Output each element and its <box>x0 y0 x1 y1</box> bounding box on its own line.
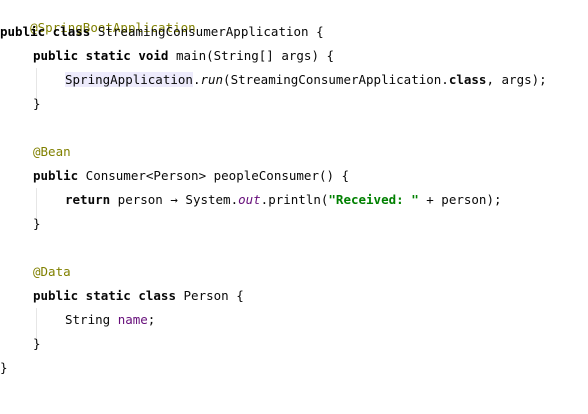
field-name-token: name <box>117 312 148 327</box>
expression-text: + person); <box>418 192 502 207</box>
code-line: public static void main(String[] args) { <box>33 46 334 66</box>
code-line: } <box>0 358 8 378</box>
code-line: @Bean <box>33 142 71 162</box>
annotation-token: @Bean <box>33 144 71 159</box>
code-line: return person → System.out.println("Rece… <box>65 190 502 210</box>
static-field-token: out <box>238 192 261 207</box>
keyword-token: public static void <box>33 48 169 63</box>
code-line: public Consumer<Person> peopleConsumer()… <box>33 166 349 186</box>
closing-brace: } <box>33 336 41 351</box>
highlighted-identifier[interactable]: SpringApplication <box>65 72 193 87</box>
method-call-text: .println( <box>260 192 329 207</box>
semicolon-token: ; <box>147 312 156 327</box>
argument-text: , args); <box>486 72 547 87</box>
annotation-token: @Data <box>33 264 71 279</box>
type-token: String <box>65 312 118 327</box>
class-declaration-text: Person { <box>176 288 244 303</box>
keyword-token: public static class <box>33 288 176 303</box>
closing-brace: } <box>0 360 8 375</box>
method-signature-text: main(String[] args) { <box>168 48 335 63</box>
method-signature-text: Consumer<Person> peopleConsumer() { <box>78 168 350 183</box>
class-declaration-text: StreamingConsumerApplication { <box>90 24 324 39</box>
argument-text: (StreamingConsumerApplication. <box>223 72 449 87</box>
code-editor[interactable]: @SpringBootApplication public class Stre… <box>0 0 588 414</box>
closing-brace: } <box>33 96 41 111</box>
code-line: SpringApplication.run(StreamingConsumerA… <box>65 70 547 90</box>
closing-brace: } <box>33 216 41 231</box>
code-line: @Data <box>33 262 71 282</box>
static-method-token: run <box>200 72 224 87</box>
code-line: public static class Person { <box>33 286 244 306</box>
code-line: } <box>33 214 41 234</box>
code-line: } <box>33 94 41 114</box>
keyword-token: public class <box>0 24 91 39</box>
code-line: } <box>33 334 41 354</box>
code-line: @SpringBootApplication <box>0 0 196 35</box>
lambda-text: person → System. <box>110 192 239 207</box>
code-line: public class StreamingConsumerApplicatio… <box>0 22 324 42</box>
keyword-token: return <box>65 192 111 207</box>
string-literal: "Received: " <box>328 192 419 207</box>
keyword-token: public <box>33 168 79 183</box>
keyword-token: class <box>448 72 487 87</box>
code-line: String name; <box>65 310 155 330</box>
